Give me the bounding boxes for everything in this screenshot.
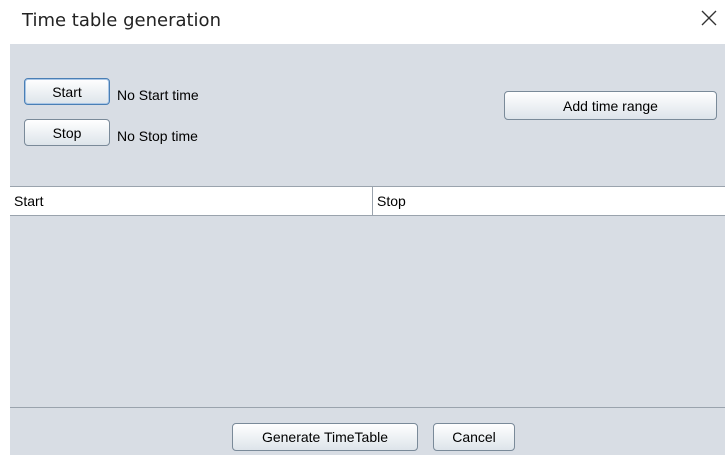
add-time-range-button[interactable]: Add time range <box>504 91 717 120</box>
table-header: Start Stop <box>10 187 725 216</box>
dialog-content: Start No Start time Stop No Stop time Ad… <box>10 44 725 455</box>
dialog-title: Time table generation <box>22 10 221 31</box>
generate-timetable-button[interactable]: Generate TimeTable <box>232 423 418 451</box>
column-header-stop[interactable]: Stop <box>373 187 725 215</box>
close-button[interactable] <box>697 6 721 30</box>
start-time-label: No Start time <box>117 87 199 103</box>
table-body[interactable] <box>10 216 725 407</box>
time-range-table: Start Stop <box>10 186 725 408</box>
title-bar: Time table generation <box>0 0 725 44</box>
stop-time-label: No Stop time <box>117 128 198 144</box>
stop-button[interactable]: Stop <box>24 119 110 146</box>
column-header-start[interactable]: Start <box>10 187 373 215</box>
dialog-window: Time table generation Start No Start tim… <box>0 0 725 455</box>
start-button[interactable]: Start <box>24 78 110 105</box>
cancel-button[interactable]: Cancel <box>433 423 515 451</box>
close-icon <box>701 10 717 26</box>
